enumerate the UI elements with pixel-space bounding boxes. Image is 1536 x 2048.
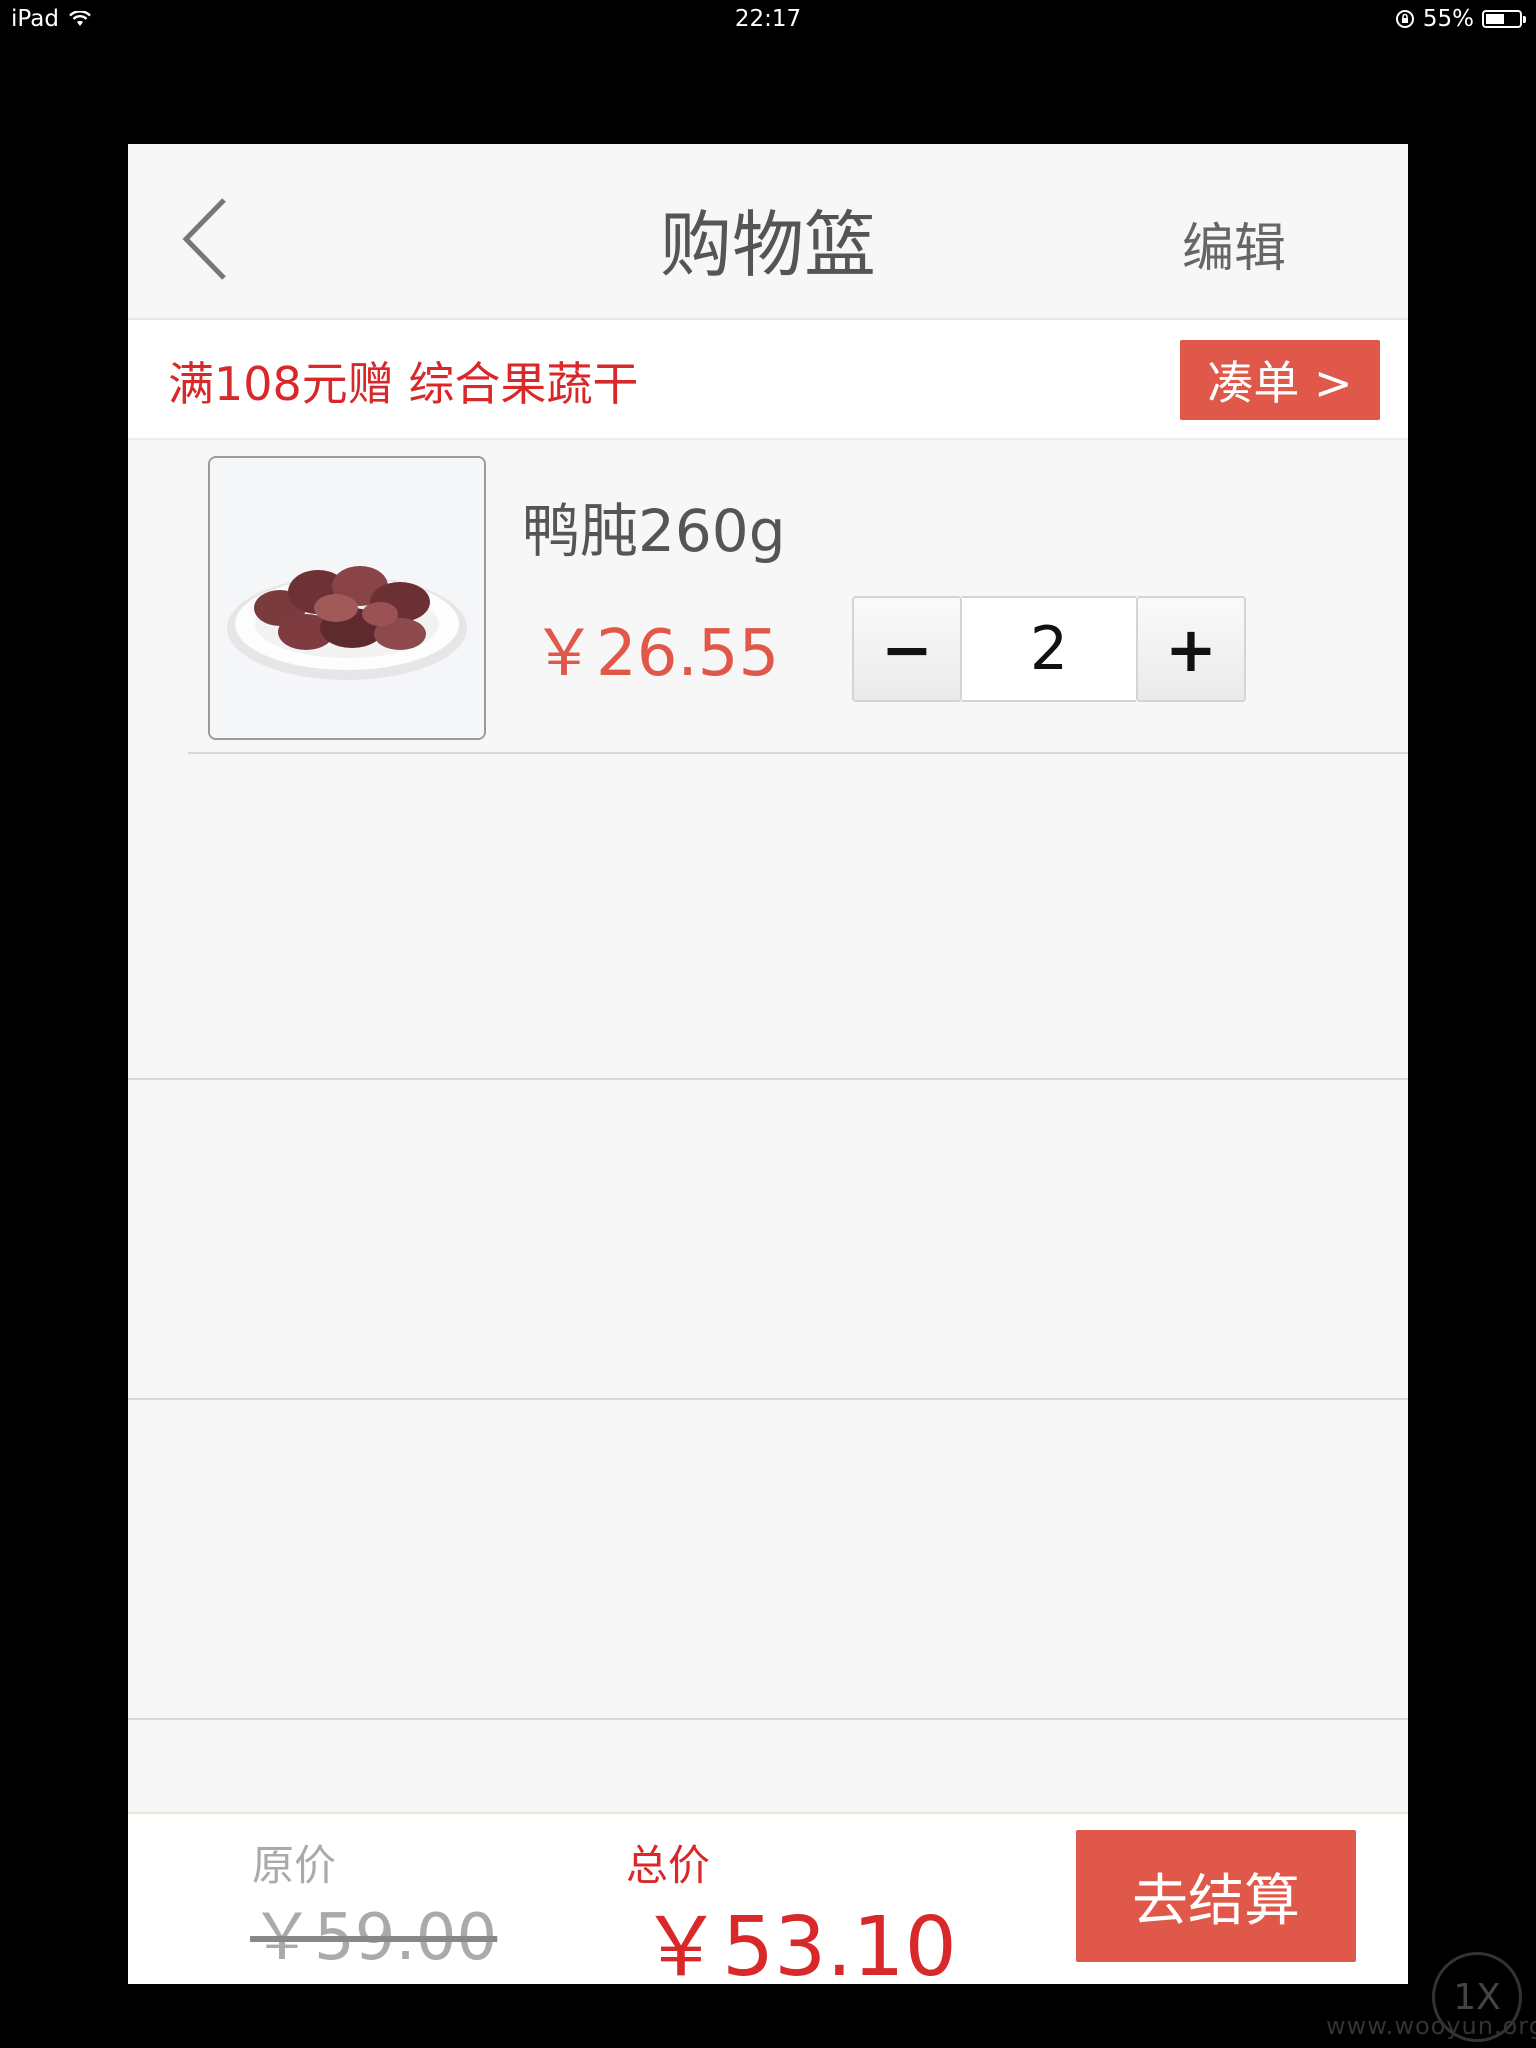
cart-item: 鸭肫260g ￥26.55 − 2 +	[128, 440, 1408, 754]
original-price-label: 原价	[252, 1841, 337, 1890]
status-right: 55%	[1395, 6, 1526, 32]
rotation-lock-icon	[1395, 10, 1414, 28]
increase-button[interactable]: +	[1136, 596, 1246, 702]
duck-gizzard-photo-icon	[210, 458, 484, 738]
product-name: 鸭肫260g	[522, 497, 786, 565]
battery-level	[1486, 14, 1504, 24]
add-on-button[interactable]: 凑单 >	[1180, 340, 1380, 420]
product-image[interactable]	[208, 456, 486, 740]
promo-text: 满108元赠 综合果蔬干	[168, 357, 639, 411]
edit-button[interactable]: 编辑	[1182, 206, 1286, 281]
status-bar: iPad 22:17 55%	[0, 0, 1536, 40]
empty-row-divider	[128, 1398, 1408, 1400]
product-price: ￥26.55	[532, 617, 780, 691]
battery-percent: 55%	[1422, 6, 1474, 32]
total-price: ￥53.10	[640, 1900, 957, 1984]
decrease-button[interactable]: −	[852, 596, 962, 702]
quantity-field[interactable]: 2	[962, 596, 1136, 702]
nav-bar: 购物篮 编辑	[128, 144, 1408, 320]
watermark-text: www.wooyun.org	[1326, 2012, 1536, 2040]
empty-row-divider	[128, 1078, 1408, 1080]
checkout-bar: 原价 ￥59.00 总价 ￥53.10 去结算	[128, 1812, 1408, 1984]
app-window: 购物篮 编辑 满108元赠 综合果蔬干 凑单 > 鸭肫260g ￥26.55 −…	[128, 144, 1408, 1984]
status-time: 22:17	[734, 6, 802, 32]
battery-icon	[1482, 10, 1526, 28]
checkout-button[interactable]: 去结算	[1076, 1830, 1356, 1962]
original-price: ￥59.00	[250, 1901, 498, 1975]
empty-row-divider	[128, 1718, 1408, 1720]
promo-banner: 满108元赠 综合果蔬干 凑单 >	[128, 320, 1408, 440]
quantity-stepper: − 2 +	[852, 596, 1246, 704]
item-divider	[188, 752, 1408, 754]
